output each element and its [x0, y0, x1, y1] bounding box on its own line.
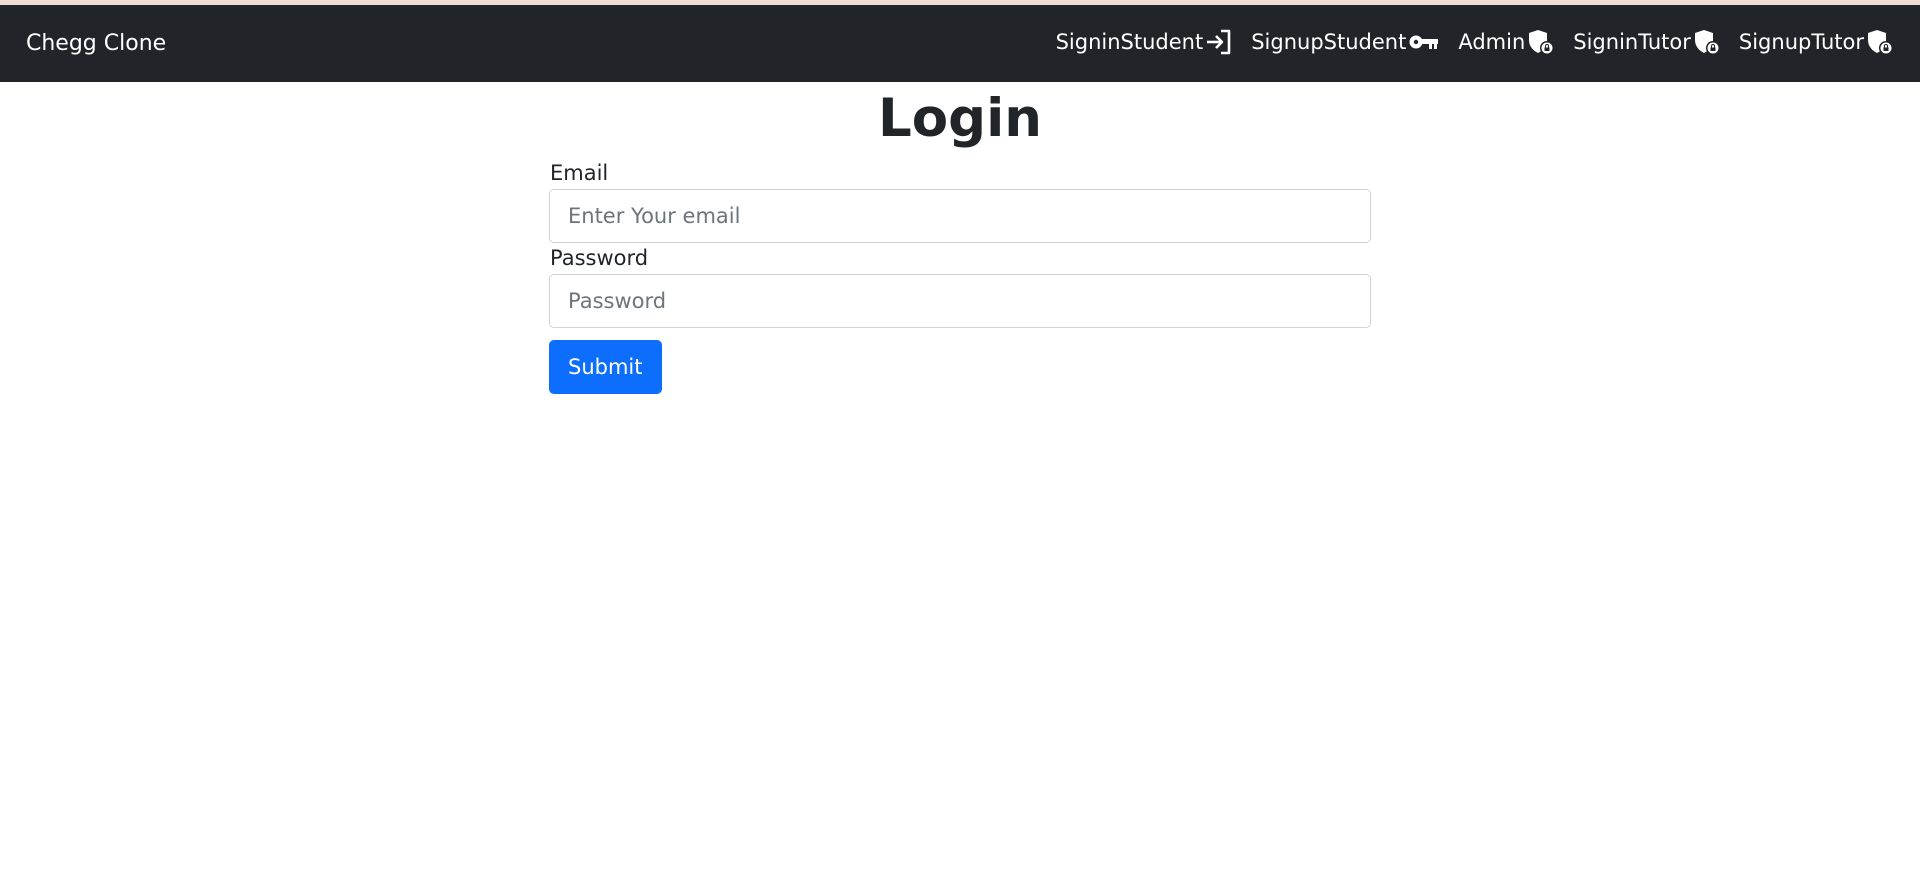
shield-lock-icon	[1527, 28, 1555, 56]
brand-link[interactable]: Chegg Clone	[26, 31, 166, 56]
nav-link-label: Admin	[1458, 30, 1526, 54]
login-container: Login Email Password Submit	[549, 87, 1371, 394]
sign-in-icon	[1205, 29, 1233, 55]
nav-link-signin-student[interactable]: SigninStudent	[1056, 29, 1234, 55]
submit-button[interactable]: Submit	[549, 339, 662, 394]
page-title: Login	[877, 88, 1043, 149]
nav-link-label: SigninTutor	[1573, 30, 1691, 54]
email-field[interactable]	[549, 188, 1371, 243]
navbar: Chegg Clone SigninStudent SignupStudent	[0, 5, 1920, 82]
nav-link-signin-tutor[interactable]: SigninTutor	[1573, 28, 1721, 56]
nav-link-label: SignupStudent	[1251, 30, 1407, 54]
password-field[interactable]	[549, 273, 1371, 328]
nav-link-label: SignupTutor	[1738, 30, 1864, 54]
nav-links: SigninStudent SignupStudent Admin Signin…	[1056, 28, 1894, 56]
password-label: Password	[550, 245, 649, 270]
email-label: Email	[550, 160, 609, 185]
login-form: Email Password Submit	[549, 161, 1371, 394]
nav-link-admin[interactable]: Admin	[1458, 28, 1555, 56]
key-icon	[1408, 31, 1440, 53]
shield-lock-icon	[1866, 28, 1894, 56]
nav-link-label: SigninStudent	[1055, 30, 1204, 54]
shield-lock-icon	[1693, 28, 1721, 56]
nav-link-signup-student[interactable]: SignupStudent	[1251, 30, 1440, 54]
nav-link-signup-tutor[interactable]: SignupTutor	[1739, 28, 1894, 56]
